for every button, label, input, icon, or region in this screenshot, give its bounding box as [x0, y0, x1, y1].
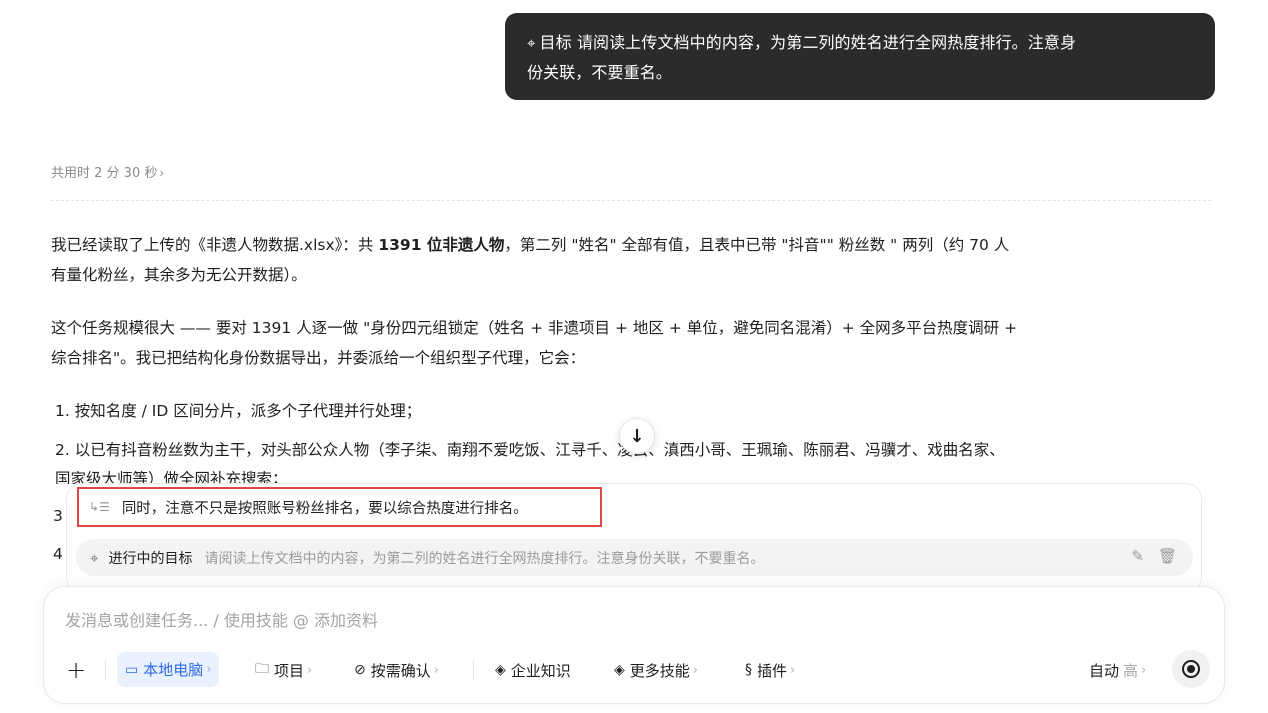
list-number-3: 3 — [53, 507, 63, 525]
chevron-right-icon: › — [206, 662, 212, 677]
plugins-label: 插件 — [757, 661, 788, 680]
project-button[interactable]: 🗀 项目 › — [255, 652, 312, 688]
response-paragraph-1: 我已经读取了上传的《非遗人物数据.xlsx》：共 1391 位非遗人物，第二列 … — [51, 230, 1216, 290]
local-pc-button[interactable]: ▭ 本地电脑 › — [117, 652, 220, 687]
more-skills-label: 更多技能 — [629, 661, 690, 680]
chevron-right-icon: › — [692, 662, 698, 678]
paragraph1-text-b: ，第二列 "姓名" 全部有值，且表中已带 "抖音"" 粉丝数 " 两列（约 70… — [504, 236, 1010, 254]
list-item: 1. 按知名度 / ID 区间分片，派多个子代理并行处理； — [55, 402, 422, 420]
confirm-mode-button[interactable]: ⊘ 按需确认 › — [354, 652, 439, 688]
response-paragraph-2: 这个任务规模很大 —— 要对 1391 人逐一做 "身份四元组锁定（姓名 + 非… — [51, 313, 1216, 373]
divider — [51, 200, 1211, 201]
confirm-label: 按需确认 — [370, 661, 431, 680]
elapsed-time-toggle[interactable]: 共用时 2 分 30 秒 › — [51, 162, 164, 181]
toolbar-separator — [105, 660, 106, 680]
folder-icon: 🗀 — [255, 661, 269, 677]
chevron-right-icon: › — [307, 662, 313, 678]
layers-icon: ◈ — [495, 662, 506, 678]
active-goal-text: 请阅读上传文档中的内容，为第二列的姓名进行全网热度排行。注意身份关联，不要重名。 — [204, 550, 765, 567]
stop-icon — [1182, 660, 1200, 678]
knowledge-label: 企业知识 — [510, 661, 571, 680]
target-icon: ⌖ — [90, 548, 99, 567]
chevron-right-icon: › — [433, 662, 439, 678]
add-button[interactable]: + — [66, 652, 86, 688]
auto-mode-selector[interactable]: 自动 高 › — [1089, 652, 1146, 688]
stop-button[interactable] — [1172, 650, 1210, 688]
goal-text-2: 份关联，不要重名。 — [527, 63, 672, 82]
goal-label: 目标 — [539, 33, 572, 52]
auto-label: 自动 — [1089, 661, 1120, 680]
edit-icon[interactable]: ✎ — [1131, 547, 1144, 565]
arrow-down-icon: ↓ — [629, 425, 645, 447]
paragraph1-line2: 有量化粉丝，其余多为无公开数据）。 — [51, 266, 307, 284]
target-icon: ⌖ — [527, 34, 536, 52]
check-circle-icon: ⊘ — [354, 662, 366, 678]
paragraph2-line2: 综合排名"。我已把结构化身份数据导出，并委派给一个组织型子代理，它会： — [51, 349, 586, 367]
plugin-icon: § — [745, 662, 752, 678]
goal-text-1: 请阅读上传文档中的内容，为第二列的姓名进行全网热度排行。注意身 — [576, 33, 1077, 52]
goal-actions: ✎ 🗑 — [1117, 547, 1177, 565]
paragraph1-line1: 我已经读取了上传的《非遗人物数据.xlsx》：共 1391 位非遗人物，第二列 … — [51, 230, 1216, 260]
elapsed-time-text: 共用时 2 分 30 秒 — [51, 166, 158, 181]
list-item: 2. 以已有抖音粉丝数为主干，对头部公众人物（李子柒、南翔不爱吃饭、江寻千、凌云… — [55, 441, 1005, 459]
trash-icon[interactable]: 🗑 — [1158, 547, 1177, 565]
queue-list-icon: ↳☰ — [89, 500, 110, 514]
queued-message-item[interactable]: ↳☰ 同时，注意不只是按照账号粉丝排名，要以综合热度进行排名。 — [77, 487, 602, 527]
queued-message-text: 同时，注意不只是按照账号粉丝排名，要以综合热度进行排名。 — [121, 500, 528, 517]
plugins-button[interactable]: § 插件 › — [745, 652, 795, 688]
paragraph2-line1: 这个任务规模很大 —— 要对 1391 人逐一做 "身份四元组锁定（姓名 + 非… — [51, 319, 1018, 337]
scroll-to-bottom-button[interactable]: ↓ — [619, 418, 655, 454]
paragraph1-bold: 1391 位非遗人物 — [378, 236, 505, 254]
active-goal-label: 进行中的目标 — [108, 550, 193, 567]
goal-message-bubble: ⌖ 目标 请阅读上传文档中的内容，为第二列的姓名进行全网热度排行。注意身 份关联，… — [505, 13, 1215, 100]
chevron-right-icon: › — [159, 166, 165, 180]
list-item-continuation: 国家级大师等）做全网补充搜索； — [55, 470, 288, 484]
chevron-right-icon: › — [1141, 662, 1147, 678]
chevron-right-icon: › — [790, 662, 796, 678]
auto-level: 高 — [1123, 661, 1139, 680]
message-input[interactable]: 发消息或创建任务... / 使用技能 @ 添加资料 — [65, 607, 378, 631]
paragraph1-text-a: 我已经读取了上传的《非遗人物数据.xlsx》：共 — [51, 236, 379, 254]
toolbar-separator — [473, 660, 474, 680]
monitor-icon: ▭ — [125, 661, 139, 678]
layers-icon: ◈ — [614, 662, 625, 678]
more-skills-button[interactable]: ◈ 更多技能 › — [614, 652, 698, 688]
plus-icon: + — [66, 656, 87, 684]
active-goal-row: ⌖ 进行中的目标 请阅读上传文档中的内容，为第二列的姓名进行全网热度排行。注意身… — [76, 539, 1193, 576]
enterprise-knowledge-button[interactable]: ◈ 企业知识 — [495, 652, 571, 688]
local-pc-label: 本地电脑 — [143, 661, 204, 679]
goal-line-1: ⌖ 目标 请阅读上传文档中的内容，为第二列的姓名进行全网热度排行。注意身 — [527, 28, 1193, 58]
list-number-4: 4 — [53, 545, 63, 563]
project-label: 项目 — [274, 661, 305, 680]
